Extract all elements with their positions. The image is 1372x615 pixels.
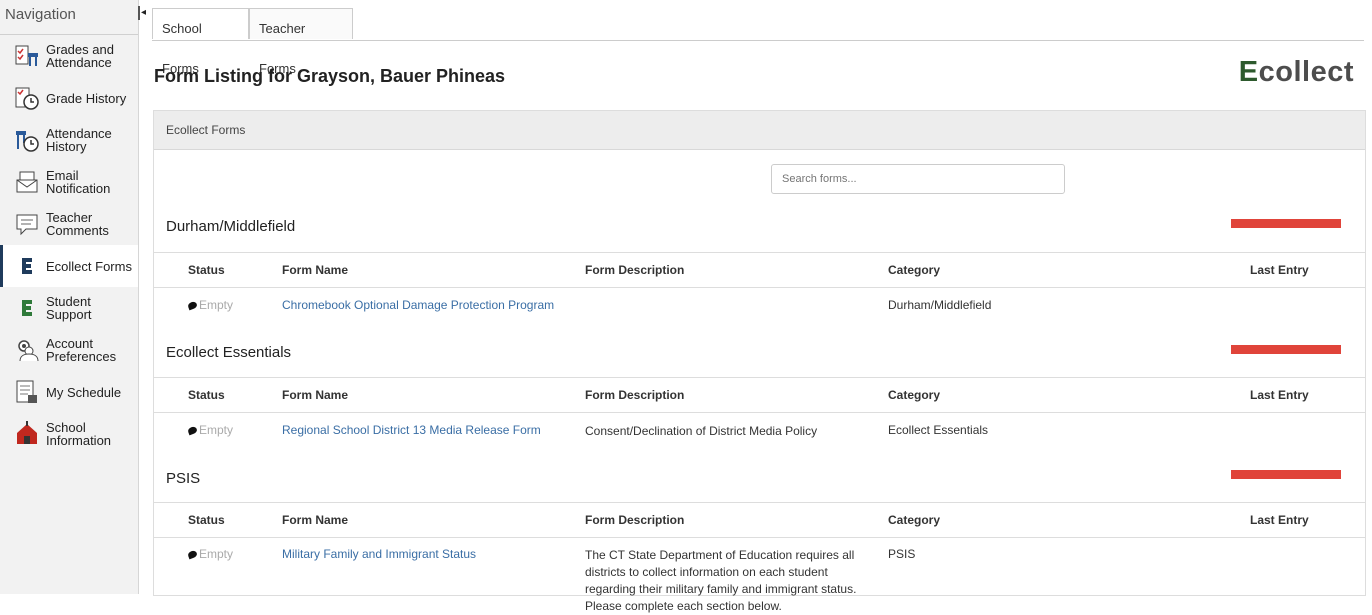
col-form-description: Form Description (585, 263, 685, 277)
form-category: PSIS (888, 547, 916, 561)
sidebar-item-label: Attendance History (46, 126, 112, 154)
collapse-sidebar-icon[interactable]: ◂ (138, 6, 149, 20)
col-last-entry: Last Entry (1250, 388, 1309, 402)
sidebar-item-account-preferences[interactable]: Account Preferences (0, 329, 138, 371)
col-form-name: Form Name (282, 388, 349, 402)
grade-history-icon (15, 87, 39, 110)
status-badge: Empty (187, 547, 233, 561)
sidebar-item-label: Ecollect Forms (46, 258, 132, 274)
form-description: The CT State Department of Education req… (585, 548, 857, 613)
status-badge: Empty (187, 298, 233, 312)
col-form-description: Form Description (585, 513, 685, 527)
sidebar-header: Navigation (0, 0, 138, 35)
ecollect-icon (22, 258, 32, 274)
sidebar-item-my-schedule[interactable]: My Schedule (0, 371, 138, 413)
col-status: Status (188, 513, 225, 527)
sidebar-item-teacher-comments[interactable]: Teacher Comments (0, 203, 138, 245)
status-badge: Empty (187, 423, 233, 437)
tab-teacher-forms[interactable]: Teacher Forms (249, 8, 353, 76)
sidebar-item-label: Email Notification (46, 168, 111, 196)
form-category: Durham/Middlefield (888, 298, 992, 312)
page-title: Form Listing for Grayson, Bauer Phineas (154, 66, 506, 86)
table-header: Status Form Name Form Description Catego… (154, 377, 1365, 413)
forms-panel: Ecollect Forms Durham/Middlefield Status… (153, 110, 1366, 613)
table-header: Status Form Name Form Description Catego… (154, 252, 1365, 288)
form-link[interactable]: Regional School District 13 Media Releas… (282, 423, 541, 437)
sidebar-item-school-information[interactable]: School Information (0, 413, 138, 455)
col-category: Category (888, 513, 941, 527)
comments-icon (16, 214, 38, 236)
sidebar-item-label: Student Support (46, 294, 92, 322)
form-link[interactable]: Military Family and Immigrant Status (282, 547, 476, 561)
col-category: Category (888, 263, 941, 277)
col-category: Category (888, 388, 941, 402)
leaf-icon (187, 426, 198, 436)
table-header: Status Form Name Form Description Catego… (154, 502, 1365, 538)
sidebar-item-label: My Schedule (46, 384, 122, 400)
col-form-name: Form Name (282, 263, 349, 277)
section-title: PSIS (166, 470, 201, 487)
section-bar (1231, 345, 1341, 354)
tab-school-forms[interactable]: School Forms (152, 8, 249, 76)
col-last-entry: Last Entry (1250, 263, 1309, 277)
sidebar-item-student-support[interactable]: Student Support (0, 287, 138, 329)
sidebar-item-attendance-history[interactable]: Attendance History (0, 119, 138, 161)
sidebar-item-label: Grades and Attendance (46, 42, 114, 70)
leaf-icon (187, 301, 198, 311)
panel-header: Ecollect Forms (154, 111, 1365, 150)
email-icon (16, 171, 38, 193)
col-form-name: Form Name (282, 513, 349, 527)
sidebar-item-grade-history[interactable]: Grade History (0, 77, 138, 119)
section-title: Durham/Middlefield (166, 218, 296, 235)
col-status: Status (188, 263, 225, 277)
schedule-icon (16, 380, 37, 403)
form-description: Consent/Declination of District Media Po… (585, 424, 818, 438)
col-last-entry: Last Entry (1250, 513, 1309, 527)
leaf-icon (187, 550, 198, 560)
search-forms-input[interactable] (771, 164, 1065, 194)
sidebar-item-ecollect-forms[interactable]: Ecollect Forms (0, 245, 138, 287)
sidebar-item-email-notification[interactable]: Email Notification (0, 161, 138, 203)
sidebar-item-label: Grade History (46, 90, 127, 106)
section-bar (1231, 219, 1341, 228)
col-form-description: Form Description (585, 388, 685, 402)
main-content: School Forms Teacher Forms Form Listing … (152, 0, 1366, 613)
account-preferences-icon (18, 340, 39, 362)
attendance-history-icon (16, 131, 39, 152)
sidebar-item-grades-attendance[interactable]: Grades and Attendance (0, 35, 138, 77)
student-support-icon (22, 300, 32, 316)
sidebar-item-label: School Information (46, 420, 112, 448)
ecollect-logo: Ecollect (1238, 56, 1354, 88)
col-status: Status (188, 388, 225, 402)
sidebar-item-label: Account Preferences (46, 336, 117, 364)
grades-attendance-icon (15, 45, 38, 66)
school-icon (17, 421, 37, 444)
tab-bar: School Forms Teacher Forms (152, 8, 1364, 76)
form-link[interactable]: Chromebook Optional Damage Protection Pr… (282, 298, 554, 312)
section-bar (1231, 470, 1341, 479)
section-title: Ecollect Essentials (166, 344, 292, 361)
form-category: Ecollect Essentials (888, 423, 989, 437)
sidebar-item-label: Teacher Comments (46, 210, 109, 238)
sidebar: Navigation Grades and Attendance Grade H… (0, 0, 139, 594)
